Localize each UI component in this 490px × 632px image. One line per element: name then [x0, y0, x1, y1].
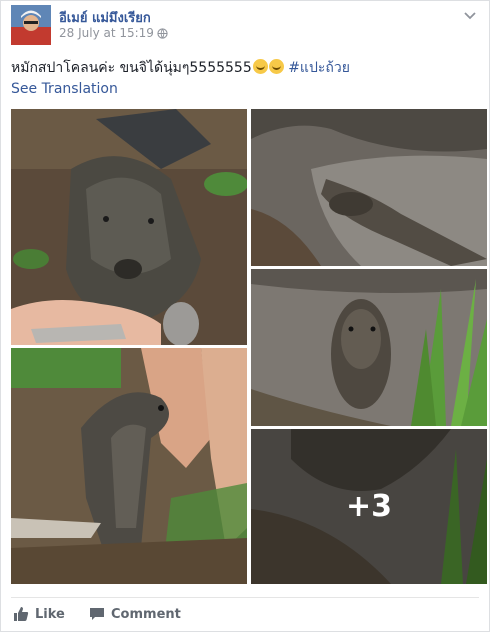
author-name[interactable]: อีเมย์ แม่มึงเรียก: [59, 7, 151, 28]
hashtag-link[interactable]: #แปะถ้วย: [288, 60, 350, 76]
see-translation-link[interactable]: See Translation: [11, 81, 118, 97]
comment-button[interactable]: Comment: [89, 603, 181, 625]
like-icon: [14, 607, 29, 621]
comment-icon: [90, 608, 104, 620]
smile-emoji: [252, 59, 268, 74]
like-button[interactable]: Like: [13, 603, 65, 625]
photo-1[interactable]: [11, 109, 247, 345]
like-label: Like: [35, 606, 65, 622]
timestamp-text[interactable]: 28 July at 15:19: [59, 26, 154, 40]
photo-3[interactable]: [11, 348, 247, 584]
post-card: อีเมย์ แม่มึงเรียก 28 July at 15:19 หมัก…: [0, 0, 490, 632]
photo-5[interactable]: +3: [251, 429, 487, 584]
globe-icon: [157, 28, 168, 42]
smile-emoji: [268, 59, 284, 74]
post-text: หมักสปาโคลนค่ะ ขนจิได้นุ่มๆ5555555 #แปะถ…: [11, 57, 350, 79]
photo-2[interactable]: [251, 109, 487, 266]
divider: [11, 597, 479, 598]
avatar[interactable]: [11, 5, 51, 45]
chevron-down-icon[interactable]: [463, 7, 477, 21]
comment-label: Comment: [111, 606, 181, 622]
more-photos-count[interactable]: +3: [346, 489, 392, 524]
more-photos-overlay[interactable]: +3: [251, 429, 487, 584]
post-body: หมักสปาโคลนค่ะ ขนจิได้นุ่มๆ5555555: [11, 60, 252, 76]
photo-4[interactable]: [251, 269, 487, 426]
post-timestamp[interactable]: 28 July at 15:19: [59, 26, 168, 42]
